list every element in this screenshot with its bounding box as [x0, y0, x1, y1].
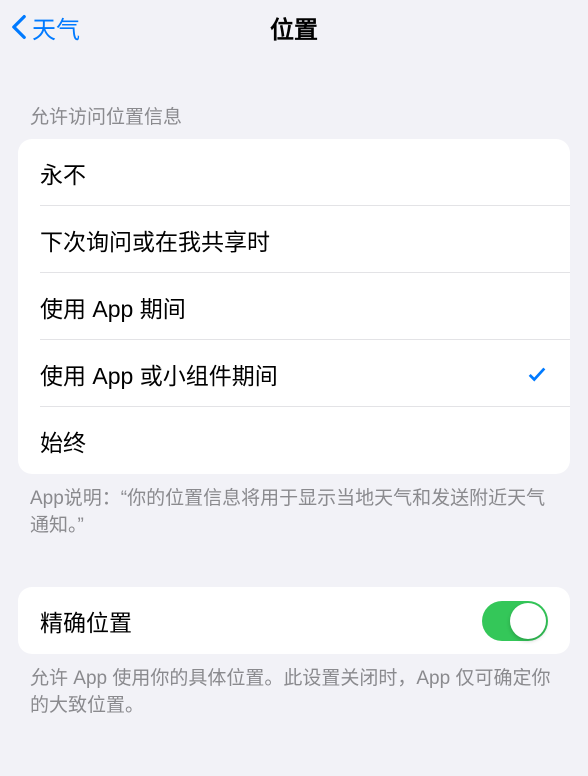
- option-never[interactable]: 永不: [18, 139, 570, 206]
- option-while-using-app[interactable]: 使用 App 期间: [18, 273, 570, 340]
- back-label: 天气: [32, 10, 80, 45]
- section-footer-app-description: App说明：“你的位置信息将用于显示当地天气和发送附近天气通知。”: [0, 474, 588, 539]
- precise-location-group: 精确位置: [18, 587, 570, 654]
- section-footer-precise-description: 允许 App 使用你的具体位置。此设置关闭时，App 仅可确定你的大致位置。: [0, 654, 588, 719]
- option-ask-next-time[interactable]: 下次询问或在我共享时: [18, 206, 570, 273]
- section-header-location-access: 允许访问位置信息: [0, 54, 588, 139]
- chevron-left-icon: [10, 14, 28, 40]
- back-button[interactable]: 天气: [10, 10, 80, 45]
- nav-header: 天气 位置: [0, 0, 588, 54]
- precise-location-label: 精确位置: [40, 604, 132, 638]
- option-label: 下次询问或在我共享时: [40, 223, 270, 257]
- option-label: 始终: [40, 424, 86, 458]
- option-label: 永不: [40, 156, 86, 190]
- precise-location-toggle[interactable]: [482, 601, 548, 641]
- option-always[interactable]: 始终: [18, 407, 570, 474]
- page-title: 位置: [270, 10, 318, 45]
- option-label: 使用 App 期间: [40, 290, 186, 324]
- toggle-knob: [510, 603, 546, 639]
- location-access-group: 永不 下次询问或在我共享时 使用 App 期间 使用 App 或小组件期间 始终: [18, 139, 570, 474]
- precise-location-row: 精确位置: [18, 587, 570, 654]
- option-app-or-widgets[interactable]: 使用 App 或小组件期间: [18, 340, 570, 407]
- spacer: [0, 539, 588, 587]
- checkmark-icon: [526, 363, 548, 385]
- option-label: 使用 App 或小组件期间: [40, 357, 278, 391]
